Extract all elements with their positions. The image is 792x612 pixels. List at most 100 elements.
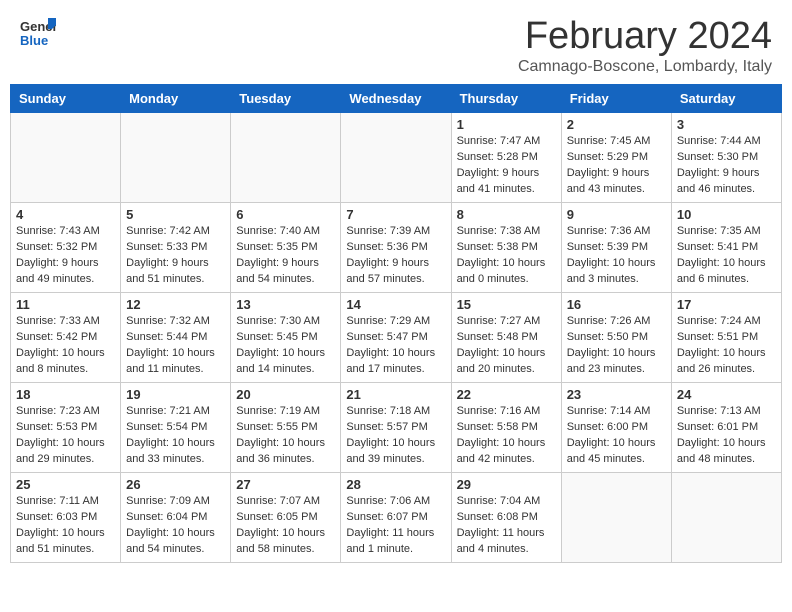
- day-info: Sunrise: 7:32 AM Sunset: 5:44 PM Dayligh…: [126, 314, 225, 378]
- day-cell-16: 16 Sunrise: 7:26 AM Sunset: 5:50 PM Dayli…: [561, 293, 671, 383]
- day-cell-15: 15 Sunrise: 7:27 AM Sunset: 5:48 PM Dayli…: [451, 293, 561, 383]
- day-info: Sunrise: 7:09 AM Sunset: 6:04 PM Dayligh…: [126, 494, 225, 558]
- day-number: 16: [567, 297, 666, 312]
- day-cell-empty: [671, 473, 781, 563]
- day-number: 13: [236, 297, 335, 312]
- day-number: 2: [567, 117, 666, 132]
- day-number: 7: [346, 207, 445, 222]
- day-info: Sunrise: 7:39 AM Sunset: 5:36 PM Dayligh…: [346, 224, 445, 288]
- day-cell-empty: [121, 113, 231, 203]
- day-info: Sunrise: 7:42 AM Sunset: 5:33 PM Dayligh…: [126, 224, 225, 288]
- day-number: 1: [457, 117, 556, 132]
- day-number: 10: [677, 207, 776, 222]
- day-cell-29: 29 Sunrise: 7:04 AM Sunset: 6:08 PM Dayli…: [451, 473, 561, 563]
- day-cell-1: 1Sunrise: 7:47 AM Sunset: 5:28 PM Daylig…: [451, 113, 561, 203]
- day-info: Sunrise: 7:23 AM Sunset: 5:53 PM Dayligh…: [16, 404, 115, 468]
- day-number: 21: [346, 387, 445, 402]
- day-info: Sunrise: 7:44 AM Sunset: 5:30 PM Dayligh…: [677, 134, 776, 198]
- day-cell-20: 20 Sunrise: 7:19 AM Sunset: 5:55 PM Dayli…: [231, 383, 341, 473]
- day-cell-2: 2 Sunrise: 7:45 AM Sunset: 5:29 PM Daylig…: [561, 113, 671, 203]
- day-number: 3: [677, 117, 776, 132]
- day-cell-17: 17 Sunrise: 7:24 AM Sunset: 5:51 PM Dayli…: [671, 293, 781, 383]
- day-info: Sunrise: 7:30 AM Sunset: 5:45 PM Dayligh…: [236, 314, 335, 378]
- day-info: Sunrise: 7:07 AM Sunset: 6:05 PM Dayligh…: [236, 494, 335, 558]
- day-number: 29: [457, 477, 556, 492]
- day-number: 20: [236, 387, 335, 402]
- title-area: February 2024 Camnago-Boscone, Lombardy,…: [518, 15, 772, 76]
- day-number: 18: [16, 387, 115, 402]
- day-number: 26: [126, 477, 225, 492]
- day-cell-18: 18 Sunrise: 7:23 AM Sunset: 5:53 PM Dayli…: [11, 383, 121, 473]
- day-header-wednesday: Wednesday: [341, 85, 451, 113]
- day-cell-11: 11 Sunrise: 7:33 AM Sunset: 5:42 PM Dayli…: [11, 293, 121, 383]
- day-cell-7: 7 Sunrise: 7:39 AM Sunset: 5:36 PM Daylig…: [341, 203, 451, 293]
- day-number: 22: [457, 387, 556, 402]
- day-info: Sunrise: 7:33 AM Sunset: 5:42 PM Dayligh…: [16, 314, 115, 378]
- day-header-thursday: Thursday: [451, 85, 561, 113]
- day-number: 5: [126, 207, 225, 222]
- day-info: Sunrise: 7:04 AM Sunset: 6:08 PM Dayligh…: [457, 494, 556, 558]
- day-info: Sunrise: 7:21 AM Sunset: 5:54 PM Dayligh…: [126, 404, 225, 468]
- day-info: Sunrise: 7:24 AM Sunset: 5:51 PM Dayligh…: [677, 314, 776, 378]
- svg-text:Blue: Blue: [20, 33, 48, 48]
- day-cell-empty: [561, 473, 671, 563]
- day-number: 24: [677, 387, 776, 402]
- day-cell-10: 10 Sunrise: 7:35 AM Sunset: 5:41 PM Dayli…: [671, 203, 781, 293]
- day-cell-19: 19 Sunrise: 7:21 AM Sunset: 5:54 PM Dayli…: [121, 383, 231, 473]
- day-cell-21: 21 Sunrise: 7:18 AM Sunset: 5:57 PM Dayli…: [341, 383, 451, 473]
- day-info: Sunrise: 7:36 AM Sunset: 5:39 PM Dayligh…: [567, 224, 666, 288]
- day-header-tuesday: Tuesday: [231, 85, 341, 113]
- day-info: Sunrise: 7:14 AM Sunset: 6:00 PM Dayligh…: [567, 404, 666, 468]
- day-cell-22: 22 Sunrise: 7:16 AM Sunset: 5:58 PM Dayli…: [451, 383, 561, 473]
- day-info: Sunrise: 7:16 AM Sunset: 5:58 PM Dayligh…: [457, 404, 556, 468]
- logo-icon: General Blue: [20, 15, 56, 56]
- day-number: 23: [567, 387, 666, 402]
- day-cell-empty: [11, 113, 121, 203]
- header: General Blue February 2024 Camnago-Bosco…: [0, 0, 792, 84]
- day-number: 25: [16, 477, 115, 492]
- day-number: 14: [346, 297, 445, 312]
- week-row-5: 25 Sunrise: 7:11 AM Sunset: 6:03 PM Dayli…: [11, 473, 782, 563]
- day-info: Sunrise: 7:38 AM Sunset: 5:38 PM Dayligh…: [457, 224, 556, 288]
- day-cell-empty: [231, 113, 341, 203]
- day-number: 15: [457, 297, 556, 312]
- day-cell-27: 27Sunrise: 7:07 AM Sunset: 6:05 PM Dayli…: [231, 473, 341, 563]
- day-info: Sunrise: 7:27 AM Sunset: 5:48 PM Dayligh…: [457, 314, 556, 378]
- calendar-wrapper: SundayMondayTuesdayWednesdayThursdayFrid…: [0, 84, 792, 573]
- day-cell-14: 14Sunrise: 7:29 AM Sunset: 5:47 PM Dayli…: [341, 293, 451, 383]
- day-cell-9: 9 Sunrise: 7:36 AM Sunset: 5:39 PM Daylig…: [561, 203, 671, 293]
- day-header-monday: Monday: [121, 85, 231, 113]
- day-info: Sunrise: 7:40 AM Sunset: 5:35 PM Dayligh…: [236, 224, 335, 288]
- day-cell-13: 13 Sunrise: 7:30 AM Sunset: 5:45 PM Dayli…: [231, 293, 341, 383]
- day-info: Sunrise: 7:13 AM Sunset: 6:01 PM Dayligh…: [677, 404, 776, 468]
- day-info: Sunrise: 7:06 AM Sunset: 6:07 PM Dayligh…: [346, 494, 445, 558]
- day-number: 4: [16, 207, 115, 222]
- day-info: Sunrise: 7:11 AM Sunset: 6:03 PM Dayligh…: [16, 494, 115, 558]
- logo: General Blue: [20, 15, 60, 56]
- day-number: 6: [236, 207, 335, 222]
- day-cell-28: 28 Sunrise: 7:06 AM Sunset: 6:07 PM Dayli…: [341, 473, 451, 563]
- day-info: Sunrise: 7:43 AM Sunset: 5:32 PM Dayligh…: [16, 224, 115, 288]
- day-cell-23: 23 Sunrise: 7:14 AM Sunset: 6:00 PM Dayli…: [561, 383, 671, 473]
- day-number: 17: [677, 297, 776, 312]
- day-header-saturday: Saturday: [671, 85, 781, 113]
- day-number: 19: [126, 387, 225, 402]
- week-row-4: 18 Sunrise: 7:23 AM Sunset: 5:53 PM Dayli…: [11, 383, 782, 473]
- day-number: 11: [16, 297, 115, 312]
- week-row-2: 4 Sunrise: 7:43 AM Sunset: 5:32 PM Daylig…: [11, 203, 782, 293]
- day-cell-24: 24 Sunrise: 7:13 AM Sunset: 6:01 PM Dayli…: [671, 383, 781, 473]
- day-cell-26: 26 Sunrise: 7:09 AM Sunset: 6:04 PM Dayli…: [121, 473, 231, 563]
- day-number: 9: [567, 207, 666, 222]
- day-info: Sunrise: 7:35 AM Sunset: 5:41 PM Dayligh…: [677, 224, 776, 288]
- day-info: Sunrise: 7:18 AM Sunset: 5:57 PM Dayligh…: [346, 404, 445, 468]
- month-year: February 2024: [518, 15, 772, 58]
- day-info: Sunrise: 7:45 AM Sunset: 5:29 PM Dayligh…: [567, 134, 666, 198]
- day-cell-empty: [341, 113, 451, 203]
- day-header-row: SundayMondayTuesdayWednesdayThursdayFrid…: [11, 85, 782, 113]
- day-number: 28: [346, 477, 445, 492]
- calendar-table: SundayMondayTuesdayWednesdayThursdayFrid…: [10, 84, 782, 563]
- day-cell-12: 12Sunrise: 7:32 AM Sunset: 5:44 PM Dayli…: [121, 293, 231, 383]
- day-cell-6: 6 Sunrise: 7:40 AM Sunset: 5:35 PM Daylig…: [231, 203, 341, 293]
- day-info: Sunrise: 7:19 AM Sunset: 5:55 PM Dayligh…: [236, 404, 335, 468]
- day-info: Sunrise: 7:26 AM Sunset: 5:50 PM Dayligh…: [567, 314, 666, 378]
